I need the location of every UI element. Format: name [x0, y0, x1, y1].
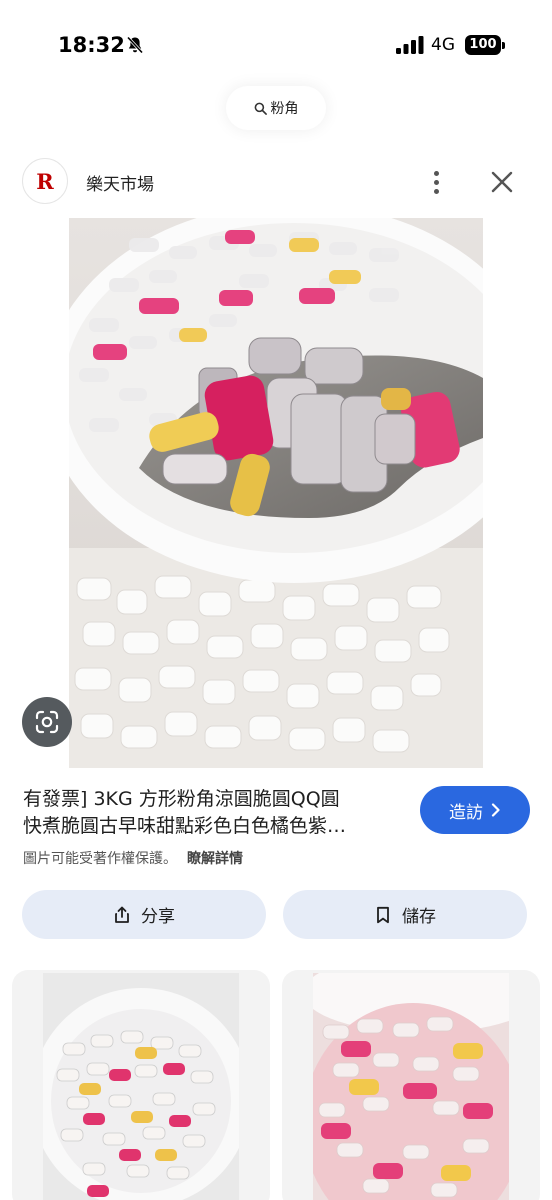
search-icon — [254, 102, 267, 115]
related-result-card[interactable] — [12, 970, 270, 1200]
source-name[interactable]: 樂天市場 — [86, 170, 154, 195]
visit-label: 造訪 — [449, 802, 483, 823]
save-button[interactable]: 儲存 — [283, 890, 527, 939]
google-lens-button[interactable] — [22, 697, 72, 747]
related-thumbnail — [313, 973, 509, 1200]
result-title-line-1: 有發票] 3KG 方形粉角涼圓脆圓QQ圓 — [23, 788, 340, 810]
save-label: 儲存 — [402, 907, 436, 927]
battery-level: 100 — [465, 35, 501, 55]
result-title-line-2: 快煮脆圓古早味甜點彩色白色橘色紫… — [23, 815, 347, 837]
main-product-image[interactable] — [69, 218, 483, 768]
result-title[interactable]: 有發票] 3KG 方形粉角涼圓脆圓QQ圓 快煮脆圓古早味甜點彩色白色橘色紫… — [23, 786, 408, 840]
status-time: 18:32 — [58, 33, 125, 57]
close-icon[interactable] — [488, 168, 516, 196]
share-label: 分享 — [141, 907, 175, 927]
share-button[interactable]: 分享 — [22, 890, 266, 939]
logo-letter: R — [36, 168, 54, 194]
copyright-text: 圖片可能受著作權保護。 — [23, 851, 177, 867]
share-icon — [115, 906, 129, 923]
dessert-photo — [69, 218, 483, 768]
battery-icon: 100 — [465, 35, 505, 55]
signal-icon — [396, 36, 424, 54]
status-bar: 18:32 4G 100 — [0, 0, 552, 90]
bell-off-icon — [126, 36, 144, 54]
search-query-chip[interactable]: 粉角 — [226, 86, 326, 130]
copyright-notice: 圖片可能受著作權保護。 瞭解詳情 — [23, 848, 243, 868]
network-type: 4G — [431, 35, 455, 55]
visit-button[interactable]: 造訪 — [420, 786, 530, 834]
bookmark-icon — [377, 906, 389, 923]
lens-icon — [35, 710, 59, 734]
related-result-card[interactable] — [282, 970, 540, 1200]
more-options-icon[interactable] — [426, 168, 446, 196]
chevron-right-icon — [491, 803, 500, 817]
rakuten-logo[interactable]: R — [22, 158, 68, 204]
related-thumbnail — [43, 973, 239, 1200]
source-header: R 樂天市場 — [22, 158, 532, 206]
learn-more-link[interactable]: 瞭解詳情 — [187, 851, 243, 867]
search-query-text: 粉角 — [270, 101, 299, 117]
